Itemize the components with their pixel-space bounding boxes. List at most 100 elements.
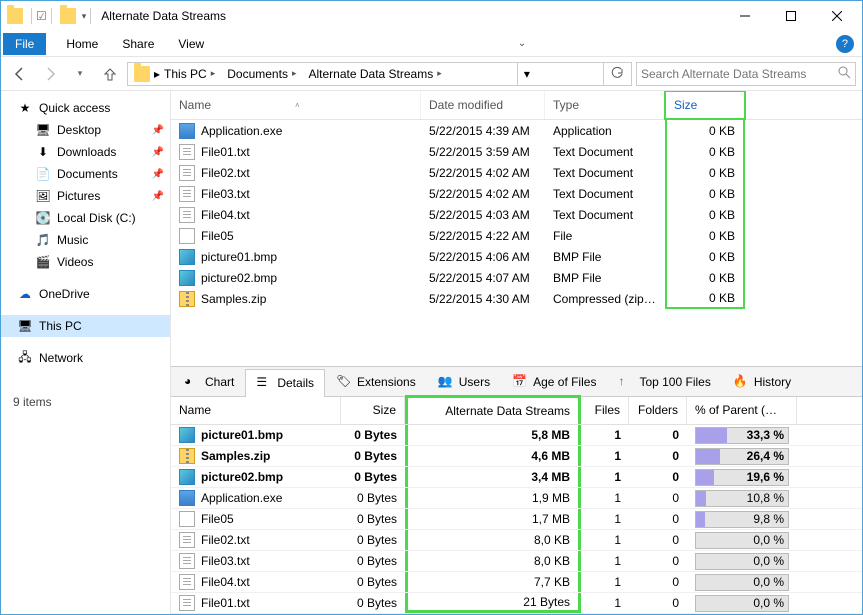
nav-desktop[interactable]: 🖥Desktop📌: [1, 119, 170, 141]
file-size: 0 KB: [665, 120, 745, 141]
percent-bar: 0,0 %: [695, 532, 789, 549]
nav-localdisk[interactable]: 💽Local Disk (C:): [1, 207, 170, 229]
txt-icon: [179, 186, 195, 202]
detail-row[interactable]: Application.exe 0 Bytes 1,9 MB 1 0 10,8 …: [171, 488, 862, 509]
breadcrumb-item[interactable]: Alternate Data Streams: [308, 67, 433, 81]
detail-row[interactable]: picture02.bmp 0 Bytes 3,4 MB 1 0 19,6 %: [171, 467, 862, 488]
file-row[interactable]: picture02.bmp 5/22/2015 4:07 AM BMP File…: [171, 267, 862, 288]
tab-top100[interactable]: ↑Top 100 Files: [607, 368, 721, 396]
detail-row[interactable]: File02.txt 0 Bytes 8,0 KB 1 0 0,0 %: [171, 530, 862, 551]
detail-ads: 1,7 MB: [405, 509, 581, 529]
tag-icon: 🏷: [336, 374, 352, 390]
detail-ads: 8,0 KB: [405, 530, 581, 550]
search-icon[interactable]: [837, 65, 851, 82]
nav-music[interactable]: 🎵Music: [1, 229, 170, 251]
detail-folders: 0: [629, 575, 687, 589]
file-row[interactable]: File04.txt 5/22/2015 4:03 AM Text Docume…: [171, 204, 862, 225]
file-row[interactable]: File05 5/22/2015 4:22 AM File 0 KB: [171, 225, 862, 246]
search-box[interactable]: [636, 62, 856, 86]
detail-row[interactable]: File04.txt 0 Bytes 7,7 KB 1 0 0,0 %: [171, 572, 862, 593]
detail-folders: 0: [629, 533, 687, 547]
dcol-files[interactable]: Files: [581, 397, 629, 424]
nav-pictures[interactable]: 🖼Pictures📌: [1, 185, 170, 207]
chevron-right-icon[interactable]: ▸: [437, 68, 442, 79]
file-row[interactable]: Samples.zip 5/22/2015 4:30 AM Compressed…: [171, 288, 862, 309]
detail-row[interactable]: File05 0 Bytes 1,7 MB 1 0 9,8 %: [171, 509, 862, 530]
detail-row[interactable]: picture01.bmp 0 Bytes 5,8 MB 1 0 33,3 %: [171, 425, 862, 446]
caret-down-icon[interactable]: ▾: [82, 11, 87, 22]
percent-text: 10,8 %: [747, 491, 784, 505]
navigation-pane: ★Quick access 🖥Desktop📌 ⬇Downloads📌 📄Doc…: [1, 91, 171, 614]
txt-icon: [179, 532, 195, 548]
folder-icon: [60, 8, 76, 24]
detail-size: 0 Bytes: [341, 512, 405, 526]
nav-network[interactable]: 🖧Network: [1, 347, 170, 369]
dcol-ads[interactable]: Alternate Data Streams: [405, 395, 581, 424]
detail-name: File02.txt: [201, 533, 250, 547]
share-tab[interactable]: Share: [110, 33, 166, 55]
txt-icon: [179, 165, 195, 181]
documents-icon: 📄: [35, 166, 51, 182]
file-size: 0 KB: [665, 204, 745, 225]
file-row[interactable]: File01.txt 5/22/2015 3:59 AM Text Docume…: [171, 141, 862, 162]
file-row[interactable]: File03.txt 5/22/2015 4:02 AM Text Docume…: [171, 183, 862, 204]
nav-documents[interactable]: 📄Documents📌: [1, 163, 170, 185]
up-button[interactable]: [97, 61, 123, 87]
detail-files: 1: [581, 449, 629, 463]
recent-dropdown[interactable]: ▾: [67, 61, 93, 87]
nav-onedrive[interactable]: ☁OneDrive: [1, 283, 170, 305]
column-date[interactable]: Date modified: [421, 91, 545, 119]
nav-downloads[interactable]: ⬇Downloads📌: [1, 141, 170, 163]
dcol-name[interactable]: Name: [171, 397, 341, 424]
detail-size: 0 Bytes: [341, 596, 405, 610]
file-tab[interactable]: File: [3, 33, 46, 55]
detail-row[interactable]: File03.txt 0 Bytes 8,0 KB 1 0 0,0 %: [171, 551, 862, 572]
column-name[interactable]: Name˄: [171, 91, 421, 119]
detail-row[interactable]: Samples.zip 0 Bytes 4,6 MB 1 0 26,4 %: [171, 446, 862, 467]
home-tab[interactable]: Home: [54, 33, 110, 55]
tab-age[interactable]: 📅Age of Files: [501, 368, 607, 396]
detail-name: Samples.zip: [201, 449, 270, 463]
file-date: 5/22/2015 4:02 AM: [421, 187, 545, 201]
tab-users[interactable]: 👥Users: [427, 368, 501, 396]
detail-folders: 0: [629, 491, 687, 505]
maximize-button[interactable]: [768, 1, 814, 31]
minimize-button[interactable]: [722, 1, 768, 31]
nav-videos[interactable]: 🎬Videos: [1, 251, 170, 273]
nav-quick-access[interactable]: ★Quick access: [1, 97, 170, 119]
dcol-pct[interactable]: % of Parent (…: [687, 397, 797, 424]
column-type[interactable]: Type: [545, 91, 665, 119]
tab-history[interactable]: 🔥History: [722, 368, 802, 396]
zip-icon: [179, 291, 195, 307]
detail-row[interactable]: File01.txt 0 Bytes 21 Bytes 1 0 0,0 %: [171, 593, 862, 614]
breadcrumb[interactable]: ▸ This PC ▸ Documents ▸ Alternate Data Str…: [127, 62, 632, 86]
column-size[interactable]: Size: [664, 91, 746, 120]
close-button[interactable]: [814, 1, 860, 31]
chevron-right-icon[interactable]: ▸: [211, 68, 216, 79]
address-dropdown[interactable]: ▾: [517, 63, 535, 85]
help-button[interactable]: ?: [836, 35, 854, 53]
detail-files: 1: [581, 533, 629, 547]
dcol-size[interactable]: Size: [341, 397, 405, 424]
dcol-folders[interactable]: Folders: [629, 397, 687, 424]
chevron-right-icon[interactable]: ▸: [292, 68, 297, 79]
ribbon-chevron-icon[interactable]: ⌄: [518, 38, 526, 49]
quick-access-check-icon[interactable]: ☑: [36, 9, 47, 23]
tab-chart[interactable]: ◕Chart: [173, 368, 245, 396]
view-tab[interactable]: View: [166, 33, 216, 55]
back-button[interactable]: [7, 61, 33, 87]
percent-text: 19,6 %: [747, 470, 784, 484]
nav-thispc[interactable]: 🖥This PC: [1, 315, 170, 337]
tab-extensions[interactable]: 🏷Extensions: [325, 368, 427, 396]
breadcrumb-item[interactable]: Documents: [227, 67, 288, 81]
breadcrumb-item[interactable]: This PC: [164, 67, 207, 81]
file-row[interactable]: File02.txt 5/22/2015 4:02 AM Text Docume…: [171, 162, 862, 183]
file-row[interactable]: Application.exe 5/22/2015 4:39 AM Applic…: [171, 120, 862, 141]
forward-button[interactable]: [37, 61, 63, 87]
file-size: 0 KB: [665, 225, 745, 246]
sort-indicator-icon: ˄: [295, 101, 300, 110]
refresh-button[interactable]: [603, 63, 629, 85]
tab-details[interactable]: ☰Details: [245, 369, 325, 397]
file-row[interactable]: picture01.bmp 5/22/2015 4:06 AM BMP File…: [171, 246, 862, 267]
search-input[interactable]: [641, 67, 837, 81]
